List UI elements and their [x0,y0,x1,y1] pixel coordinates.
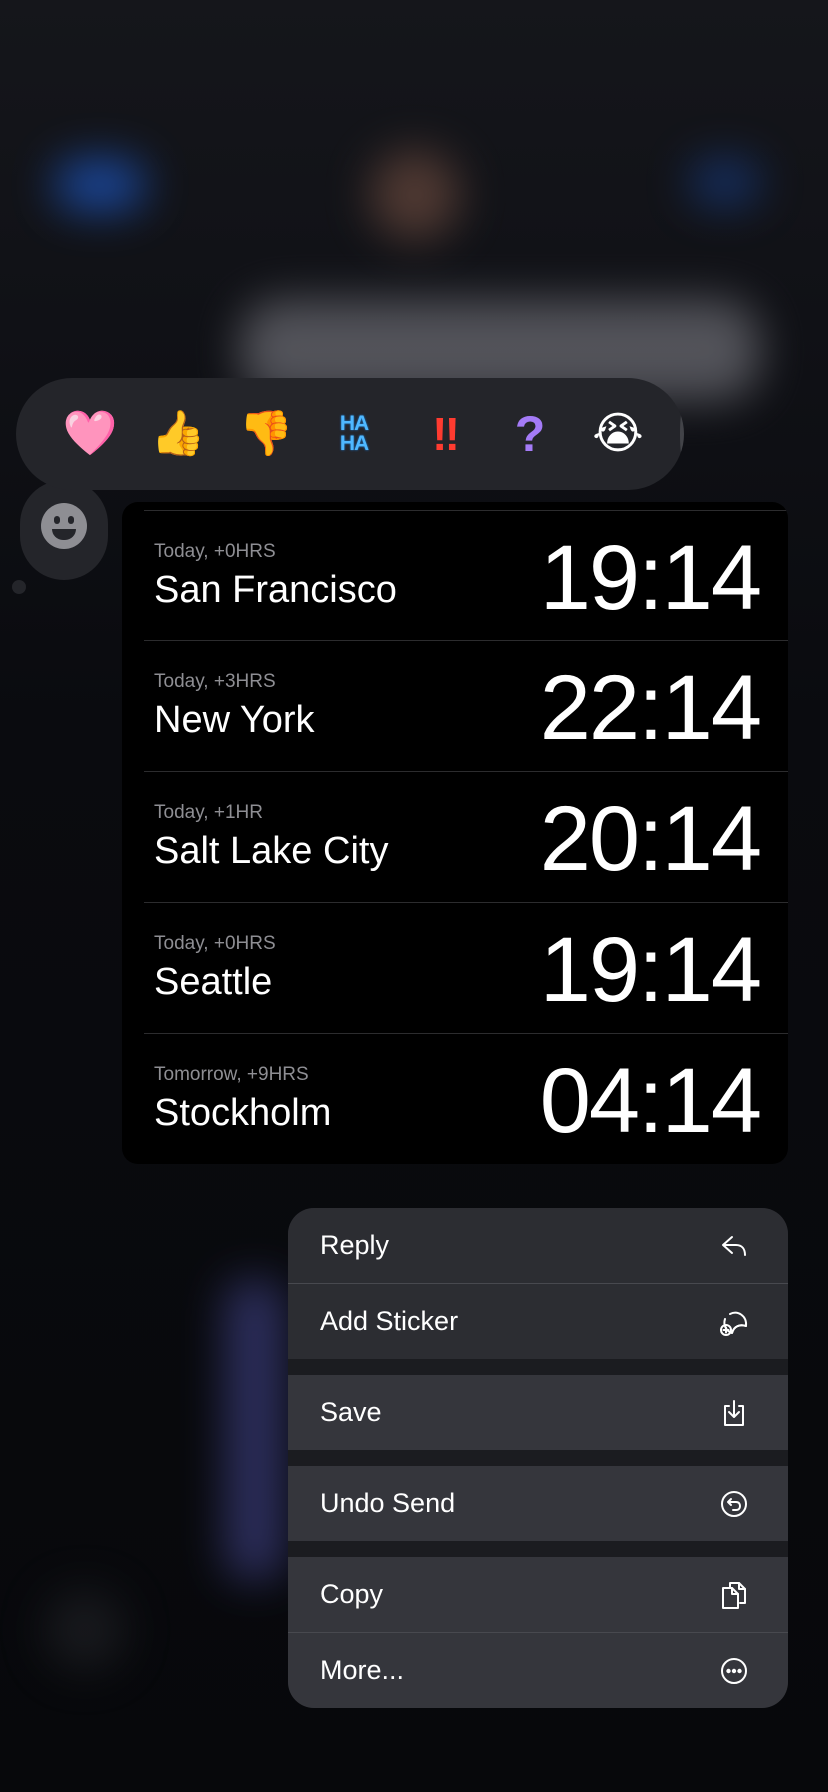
clock-time: 19:14 [539,527,762,629]
undo-send-menu-item[interactable]: Undo Send [288,1466,788,1541]
clock-city: San Francisco [154,569,397,611]
blurred-plus-button [45,1590,125,1670]
menu-group-gap [288,1450,788,1466]
more-tapbacks-partial-icon[interactable] [680,412,684,456]
blurred-video-button [690,160,760,205]
clock-offset: Today, +1HR [154,802,263,823]
blurred-message-bubble-purple [225,1280,285,1580]
haha-icon: HA HA [339,412,369,455]
menu-group-gap [288,1541,788,1557]
add-sticker-menu-item[interactable]: Add Sticker [288,1284,788,1359]
clock-offset: Today, +0HRS [154,541,276,562]
blurred-contact-avatar [370,150,460,240]
reply-label: Reply [320,1230,390,1260]
crying-tapback[interactable]: 😭 [574,390,662,478]
ellipsis-circle-icon [718,1655,750,1687]
clock-row: Today, +1HR Salt Lake City 20:14 [144,772,788,903]
bubble-tail-dot [12,580,26,594]
double-exclamation-icon: ‼ [432,408,460,460]
blurred-back-button [55,160,145,210]
add-sticker-label: Add Sticker [320,1306,459,1336]
heart-tapback[interactable]: 🩷 [46,390,134,478]
sticker-smiley-icon[interactable] [41,503,87,549]
clock-row: Today, +0HRS San Francisco 19:14 [144,510,788,641]
thumbs-up-icon: 👍 [150,409,206,458]
clock-city: New York [154,699,315,741]
copy-label: Copy [320,1579,384,1609]
clock-city: Stockholm [154,1092,332,1134]
copy-docs-icon [718,1579,750,1611]
clock-row: Tomorrow, +9HRS Stockholm 04:14 [144,1034,788,1164]
copy-menu-item[interactable]: Copy [288,1557,788,1632]
clock-city: Seattle [154,961,273,1003]
haha-tapback[interactable]: HA HA [310,390,398,478]
reply-arrow-icon [718,1230,750,1262]
reply-menu-item[interactable]: Reply [288,1208,788,1283]
save-label: Save [320,1397,382,1427]
clock-row: Today, +0HRS Seattle 19:14 [144,903,788,1034]
undo-circle-icon [718,1488,750,1520]
clock-row: Today, +3HRS New York 22:14 [144,641,788,772]
clock-time: 22:14 [539,657,762,759]
clock-time: 19:14 [539,919,762,1021]
more-label: More... [320,1655,405,1685]
question-mark-icon: ? [514,406,546,462]
save-menu-item[interactable]: Save [288,1375,788,1450]
menu-group-gap [288,1359,788,1375]
world-clock-image: Today, +0HRS San Francisco 19:14 Today, … [122,502,788,1164]
more-menu-item[interactable]: More... [288,1633,788,1708]
crying-face-icon: 😭 [592,409,644,458]
undo-send-label: Undo Send [320,1488,456,1518]
exclamation-tapback[interactable]: ‼ [398,390,486,478]
clock-offset: Today, +3HRS [154,671,276,692]
tapback-bar: 🩷 👍 👎 HA HA ‼ ? 😭 [16,378,684,490]
thumbs-down-tapback[interactable]: 👎 [222,390,310,478]
heart-icon: 🩷 [62,409,118,458]
clock-time: 20:14 [539,788,762,890]
messages-context-view: 🩷 👍 👎 HA HA ‼ ? 😭 Today, +0HRS San Franc… [0,0,828,1792]
context-menu: Reply Add Sticker Save Undo Send Copy Mo… [288,1208,788,1708]
clock-offset: Today, +0HRS [154,933,276,954]
thumbs-up-tapback[interactable]: 👍 [134,390,222,478]
thumbs-down-icon: 👎 [238,409,294,458]
question-tapback[interactable]: ? [486,390,574,478]
clock-offset: Tomorrow, +9HRS [154,1064,309,1085]
clock-city: Salt Lake City [154,830,389,872]
download-tray-icon [718,1397,750,1429]
sticker-plus-icon [718,1306,750,1338]
clock-time: 04:14 [539,1050,762,1152]
